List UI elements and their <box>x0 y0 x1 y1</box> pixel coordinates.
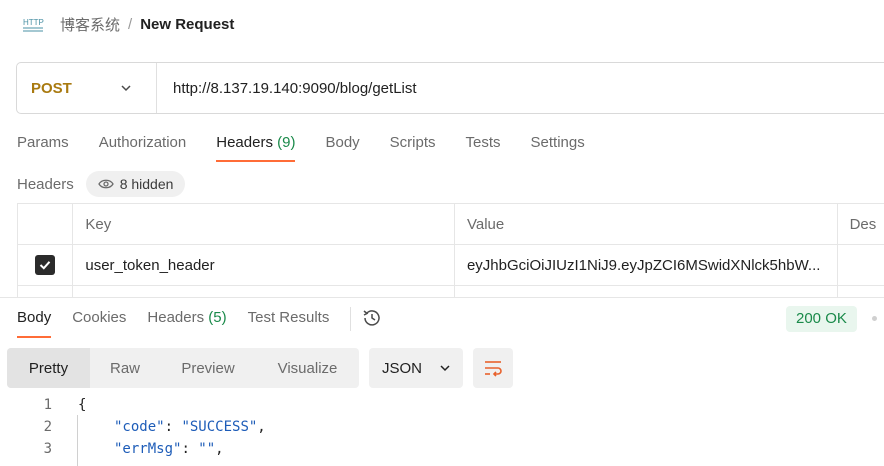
format-toggle-group: Pretty Raw Preview Visualize <box>7 348 359 388</box>
column-value: Value <box>455 204 838 244</box>
json-colon: : <box>181 441 199 457</box>
language-label: JSON <box>382 359 423 377</box>
tab-label: Test Results <box>247 309 330 326</box>
check-icon <box>39 261 51 270</box>
wrap-icon <box>485 361 502 377</box>
header-description-cell[interactable] <box>838 245 884 285</box>
response-headers-count: (5) <box>208 309 227 326</box>
json-key: "errMsg" <box>114 441 182 457</box>
tab-scripts[interactable]: Scripts <box>390 132 436 162</box>
response-tab-headers[interactable]: Headers (5) <box>147 307 226 338</box>
http-icon: HTTP <box>22 13 44 35</box>
hidden-headers-toggle[interactable]: 8 hidden <box>85 171 186 197</box>
json-colon: : <box>164 419 182 435</box>
response-tabs: Body Cookies Headers (5) Test Results <box>17 307 383 339</box>
response-divider[interactable] <box>0 297 884 298</box>
checkbox-column-header <box>18 204 74 244</box>
json-key: "code" <box>114 419 165 435</box>
url-bar: POST <box>16 62 884 114</box>
tab-tests[interactable]: Tests <box>466 132 501 162</box>
format-preview-button[interactable]: Preview <box>160 348 256 388</box>
tab-label: Cookies <box>72 309 127 326</box>
header-key: user_token_header <box>85 256 215 274</box>
json-comma: , <box>257 419 266 435</box>
tab-label: Headers <box>216 134 273 151</box>
wrap-lines-button[interactable] <box>473 348 513 388</box>
headers-toolbar: Headers 8 hidden <box>17 170 186 198</box>
code-line: 1 { <box>0 394 884 416</box>
breadcrumb-separator: / <box>128 15 133 33</box>
tab-authorization[interactable]: Authorization <box>99 132 187 162</box>
json-value: "SUCCESS" <box>181 419 258 435</box>
line-number: 3 <box>43 441 52 457</box>
tab-label: Body <box>17 309 52 326</box>
row-enabled-checkbox[interactable] <box>35 255 56 275</box>
method-select[interactable]: POST <box>17 63 157 113</box>
format-visualize-button[interactable]: Visualize <box>256 348 359 388</box>
tab-label: Body <box>325 134 360 151</box>
line-number: 1 <box>43 397 52 413</box>
tab-body[interactable]: Body <box>325 132 359 162</box>
column-description: Des <box>838 204 884 244</box>
row-checkbox-cell <box>18 245 74 285</box>
breadcrumb-parent[interactable]: 博客系统 <box>60 14 120 35</box>
response-body[interactable]: 1 { 2 "code": "SUCCESS", 3 "errMsg": "", <box>0 394 884 460</box>
tab-settings[interactable]: Settings <box>531 132 585 162</box>
tab-divider <box>350 307 352 331</box>
svg-text:HTTP: HTTP <box>23 18 44 27</box>
tab-label: Settings <box>530 134 585 151</box>
tab-label: Scripts <box>389 134 436 151</box>
more-dot-icon[interactable] <box>872 316 877 321</box>
format-raw-button[interactable]: Raw <box>90 348 160 388</box>
status-badge[interactable]: 200 OK <box>786 306 857 332</box>
tab-headers[interactable]: Headers (9) <box>216 132 296 162</box>
table-row: user_token_header eyJhbGciOiJIUzI1NiJ9.e… <box>18 245 884 286</box>
table-header-row: Key Value Des <box>18 204 884 245</box>
line-number: 2 <box>43 419 52 435</box>
tab-params[interactable]: Params <box>17 132 69 162</box>
json-value: "" <box>198 441 216 457</box>
json-comma: , <box>215 441 224 457</box>
breadcrumb: HTTP 博客系统 / New Request <box>22 12 234 36</box>
tab-label: Authorization <box>98 134 187 151</box>
history-icon[interactable] <box>361 307 383 329</box>
tab-label: Tests <box>465 134 501 151</box>
header-value: eyJhbGciOiJIUzI1NiJ9.eyJpZCI6MSwidXNlck5… <box>466 256 821 274</box>
hidden-count: 8 hidden <box>119 176 174 192</box>
request-tabs: Params Authorization Headers (9) Body Sc… <box>17 132 615 164</box>
code-text: { <box>78 397 87 413</box>
headers-table: Key Value Des user_token_header eyJhbGci… <box>17 203 884 298</box>
chevron-down-icon <box>440 365 450 372</box>
method-label: POST <box>31 79 72 97</box>
language-select[interactable]: JSON <box>369 348 463 388</box>
tab-label: Params <box>17 134 69 151</box>
headers-title: Headers <box>17 175 74 193</box>
chevron-down-icon <box>121 85 131 92</box>
format-pretty-button[interactable]: Pretty <box>7 348 90 388</box>
code-line: 3 "errMsg": "", <box>0 438 884 460</box>
response-tab-test-results[interactable]: Test Results <box>248 307 330 338</box>
eye-icon <box>97 179 114 189</box>
headers-count: (9) <box>277 134 296 151</box>
code-line: 2 "code": "SUCCESS", <box>0 416 884 438</box>
url-input[interactable] <box>157 63 884 113</box>
header-value-cell[interactable]: eyJhbGciOiJIUzI1NiJ9.eyJpZCI6MSwidXNlck5… <box>455 245 838 285</box>
request-title[interactable]: New Request <box>140 16 234 33</box>
response-tab-body[interactable]: Body <box>17 307 52 338</box>
tab-label: Headers <box>147 309 205 326</box>
column-key: Key <box>73 204 455 244</box>
response-tab-cookies[interactable]: Cookies <box>72 307 126 338</box>
header-key-cell[interactable]: user_token_header <box>73 245 455 285</box>
